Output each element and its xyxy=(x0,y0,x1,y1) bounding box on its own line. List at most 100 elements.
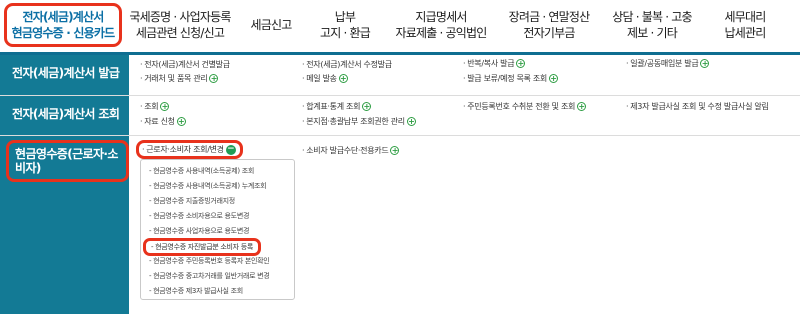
plus-circle-icon[interactable]: + xyxy=(577,102,587,111)
submenu-item-label: 현금영수증 사용내역(소득공제) 조회 xyxy=(153,167,254,175)
submenu-item[interactable]: - 현금영수증 사용내역(소득공제) 조회 xyxy=(149,166,254,176)
plus-circle-icon[interactable]: + xyxy=(176,117,186,126)
nav-tab-line2: 제보 · 기타 xyxy=(626,26,678,40)
menu-link-label: 소비자 발급수단·전용카드 xyxy=(306,146,389,155)
section-label: 현금영수증(근로자·소비자) xyxy=(6,140,129,182)
menu-link-resident-number-convert[interactable]: · 주민등록번호 수취분 전환 및 조회 + xyxy=(463,101,587,112)
submenu-item-highlighted[interactable]: - 현금영수증 자진발급분 소비자 등록 xyxy=(143,238,262,256)
plus-circle-icon[interactable]: + xyxy=(338,74,348,83)
menu-link-label: 전자(세금)계산서 건별발급 xyxy=(144,60,230,69)
submenu-item-label: 현금영수증 소비자용으로 용도변경 xyxy=(153,212,250,220)
submenu-dropdown: - 현금영수증 사용내역(소득공제) 조회 - 현금영수증 사용내역(소득공제)… xyxy=(140,159,295,300)
nav-tab-line2: 전자기부금 xyxy=(523,26,575,40)
plus-circle-icon[interactable]: + xyxy=(406,117,416,126)
submenu-item[interactable]: - 현금영수증 제3자 발급사실 조회 xyxy=(149,286,243,296)
menu-link-label: 근로자·소비자 조회/변경 xyxy=(146,145,224,154)
nav-tab-line2: 고지 · 환급 xyxy=(319,26,371,40)
section-e-tax-invoice-inquiry: 전자(세금)계산서 조회 · 조회 + · 합계표·통계 조회 + · 주민등록… xyxy=(0,96,800,136)
menu-link-label: 메일 발송 xyxy=(306,74,337,83)
bullet: · xyxy=(626,102,629,111)
bullet: · xyxy=(463,74,466,83)
submenu-item-label: 현금영수증 사업자용으로 용도변경 xyxy=(153,227,250,235)
menu-link-label: 본지점·총괄납부 조회권한 관리 xyxy=(306,117,405,126)
plus-circle-icon[interactable]: + xyxy=(390,146,400,155)
menu-link-amend-issue[interactable]: · 전자(세금)계산서 수정발급 xyxy=(302,59,392,70)
bullet: · xyxy=(140,117,143,126)
menu-link-label: 전자(세금)계산서 수정발급 xyxy=(306,60,392,69)
section-label: 전자(세금)계산서 발급 xyxy=(0,55,129,95)
minus-circle-icon[interactable]: − xyxy=(225,144,236,155)
menu-link-label: 제3자 발급사실 조회 및 수정 발급사실 알림 xyxy=(630,102,769,111)
nav-tab-line2: 납세관리 xyxy=(724,26,767,40)
nav-tab-incentive-year-end[interactable]: 장려금 · 연말정산 전자기부금 xyxy=(496,0,602,50)
submenu-item-label: 현금영수증 주민등록번호 등록자 본인확인 xyxy=(153,257,270,265)
plus-circle-icon[interactable]: + xyxy=(516,59,526,68)
nav-tab-payment-statement[interactable]: 지급명세서 자료제출 · 공익법인 xyxy=(386,0,496,50)
menu-link-label: 반복/복사 발급 xyxy=(467,59,515,68)
menu-link-worker-consumer-inquiry[interactable]: · 근로자·소비자 조회/변경 − xyxy=(136,140,243,159)
bullet: · xyxy=(626,59,629,68)
nav-tab-line2: 자료제출 · 공익법인 xyxy=(395,26,488,40)
menu-link-mail-send[interactable]: · 메일 발송 + xyxy=(302,73,348,84)
bullet: · xyxy=(140,60,143,69)
submenu-item-label: 현금영수증 사용내역(소득공제) 누계조회 xyxy=(153,182,267,190)
menu-link-label: 합계표·통계 조회 xyxy=(306,102,361,111)
menu-link-summary-stats[interactable]: · 합계표·통계 조회 + xyxy=(302,101,372,112)
section-label: 전자(세금)계산서 조회 xyxy=(0,96,129,135)
submenu-item-label: 현금영수증 지출증빙거래지정 xyxy=(153,197,235,205)
plus-circle-icon[interactable]: + xyxy=(160,102,170,111)
menu-link-label: 자료 신청 xyxy=(144,117,175,126)
nav-tab-line1: 전자(세금)계산서 xyxy=(22,10,104,24)
nav-tab-line2: 현금영수증 · 신용카드 xyxy=(11,26,115,40)
menu-link-third-party-issue[interactable]: · 제3자 발급사실 조회 및 수정 발급사실 알림 xyxy=(626,101,769,112)
menu-link-data-request[interactable]: · 자료 신청 + xyxy=(140,116,186,127)
submenu-item[interactable]: - 현금영수증 주민등록번호 등록자 본인확인 xyxy=(149,256,270,266)
menu-link-hold-list[interactable]: · 발급 보류/예정 목록 조회 + xyxy=(463,73,558,84)
nav-tab-line1: 세무대리 xyxy=(724,10,767,24)
bullet: · xyxy=(302,102,305,111)
submenu-item[interactable]: - 현금영수증 중고차거래를 일반거래로 변경 xyxy=(149,271,270,281)
plus-circle-icon[interactable]: + xyxy=(700,59,710,68)
bullet: · xyxy=(142,145,145,154)
nav-tab-line1: 세금신고 xyxy=(250,18,293,32)
submenu-item[interactable]: - 현금영수증 지출증빙거래지정 xyxy=(149,196,235,206)
plus-circle-icon[interactable]: + xyxy=(362,102,372,111)
bullet: · xyxy=(140,102,143,111)
bullet: · xyxy=(302,117,305,126)
menu-link-label: 조회 xyxy=(144,102,159,111)
menu-link-branch-permission[interactable]: · 본지점·총괄납부 조회권한 관리 + xyxy=(302,116,416,127)
nav-tab-line1: 국세증명 · 사업자등록 xyxy=(129,10,231,24)
section-label-highlighted: 현금영수증(근로자·소비자) xyxy=(0,136,129,314)
nav-tab-line1: 지급명세서 xyxy=(415,10,467,24)
menu-link-single-issue[interactable]: · 전자(세금)계산서 건별발급 xyxy=(140,59,230,70)
nav-tab-consult-appeal[interactable]: 상담 · 불복 · 고충 제보 · 기타 xyxy=(602,0,702,50)
submenu-item[interactable]: - 현금영수증 사업자용으로 용도변경 xyxy=(149,226,249,236)
submenu-item-label: 현금영수증 제3자 발급사실 조회 xyxy=(153,287,243,295)
menu-link-consumer-card[interactable]: · 소비자 발급수단·전용카드 + xyxy=(302,145,400,156)
menu-link-label: 일괄/공동매입분 발급 xyxy=(630,59,699,68)
menu-link-label: 거래처 및 품목 관리 xyxy=(144,74,208,83)
menu-link-label: 주민등록번호 수취분 전환 및 조회 xyxy=(467,102,576,111)
plus-circle-icon[interactable]: + xyxy=(209,74,219,83)
bullet: · xyxy=(302,60,305,69)
nav-tab-certificate-registration[interactable]: 국세증명 · 사업자등록 세금관련 신청/신고 xyxy=(122,0,238,50)
nav-tab-tax-agent[interactable]: 세무대리 납세관리 xyxy=(702,0,788,50)
menu-link-partner-item-management[interactable]: · 거래처 및 품목 관리 + xyxy=(140,73,219,84)
bullet: · xyxy=(302,146,305,155)
section-e-tax-invoice-issue: 전자(세금)계산서 발급 · 전자(세금)계산서 건별발급 · 전자(세금)계산… xyxy=(0,55,800,96)
menu-link-inquiry[interactable]: · 조회 + xyxy=(140,101,170,112)
menu-link-repeat-copy-issue[interactable]: · 반복/복사 발급 + xyxy=(463,58,526,69)
bullet: · xyxy=(140,74,143,83)
nav-tab-e-tax-invoice[interactable]: 전자(세금)계산서 현금영수증 · 신용카드 xyxy=(4,3,122,47)
nav-tab-payment-refund[interactable]: 납부 고지 · 환급 xyxy=(304,0,386,50)
plus-circle-icon[interactable]: + xyxy=(548,74,558,83)
section-cash-receipt: 현금영수증(근로자·소비자) · 근로자·소비자 조회/변경 − · 소비자 발… xyxy=(0,136,800,314)
bullet: · xyxy=(463,102,466,111)
submenu-item[interactable]: - 현금영수증 소비자용으로 용도변경 xyxy=(149,211,249,221)
menu-link-batch-issue[interactable]: · 일괄/공동매입분 발급 + xyxy=(626,58,710,69)
nav-tab-tax-filing[interactable]: 세금신고 xyxy=(238,0,304,50)
top-navigation: 전자(세금)계산서 현금영수증 · 신용카드 국세증명 · 사업자등록 세금관련… xyxy=(0,0,800,50)
submenu-item-label: 현금영수증 자진발급분 소비자 등록 xyxy=(155,243,254,251)
submenu-item[interactable]: - 현금영수증 사용내역(소득공제) 누계조회 xyxy=(149,181,267,191)
menu-link-label: 발급 보류/예정 목록 조회 xyxy=(467,74,547,83)
